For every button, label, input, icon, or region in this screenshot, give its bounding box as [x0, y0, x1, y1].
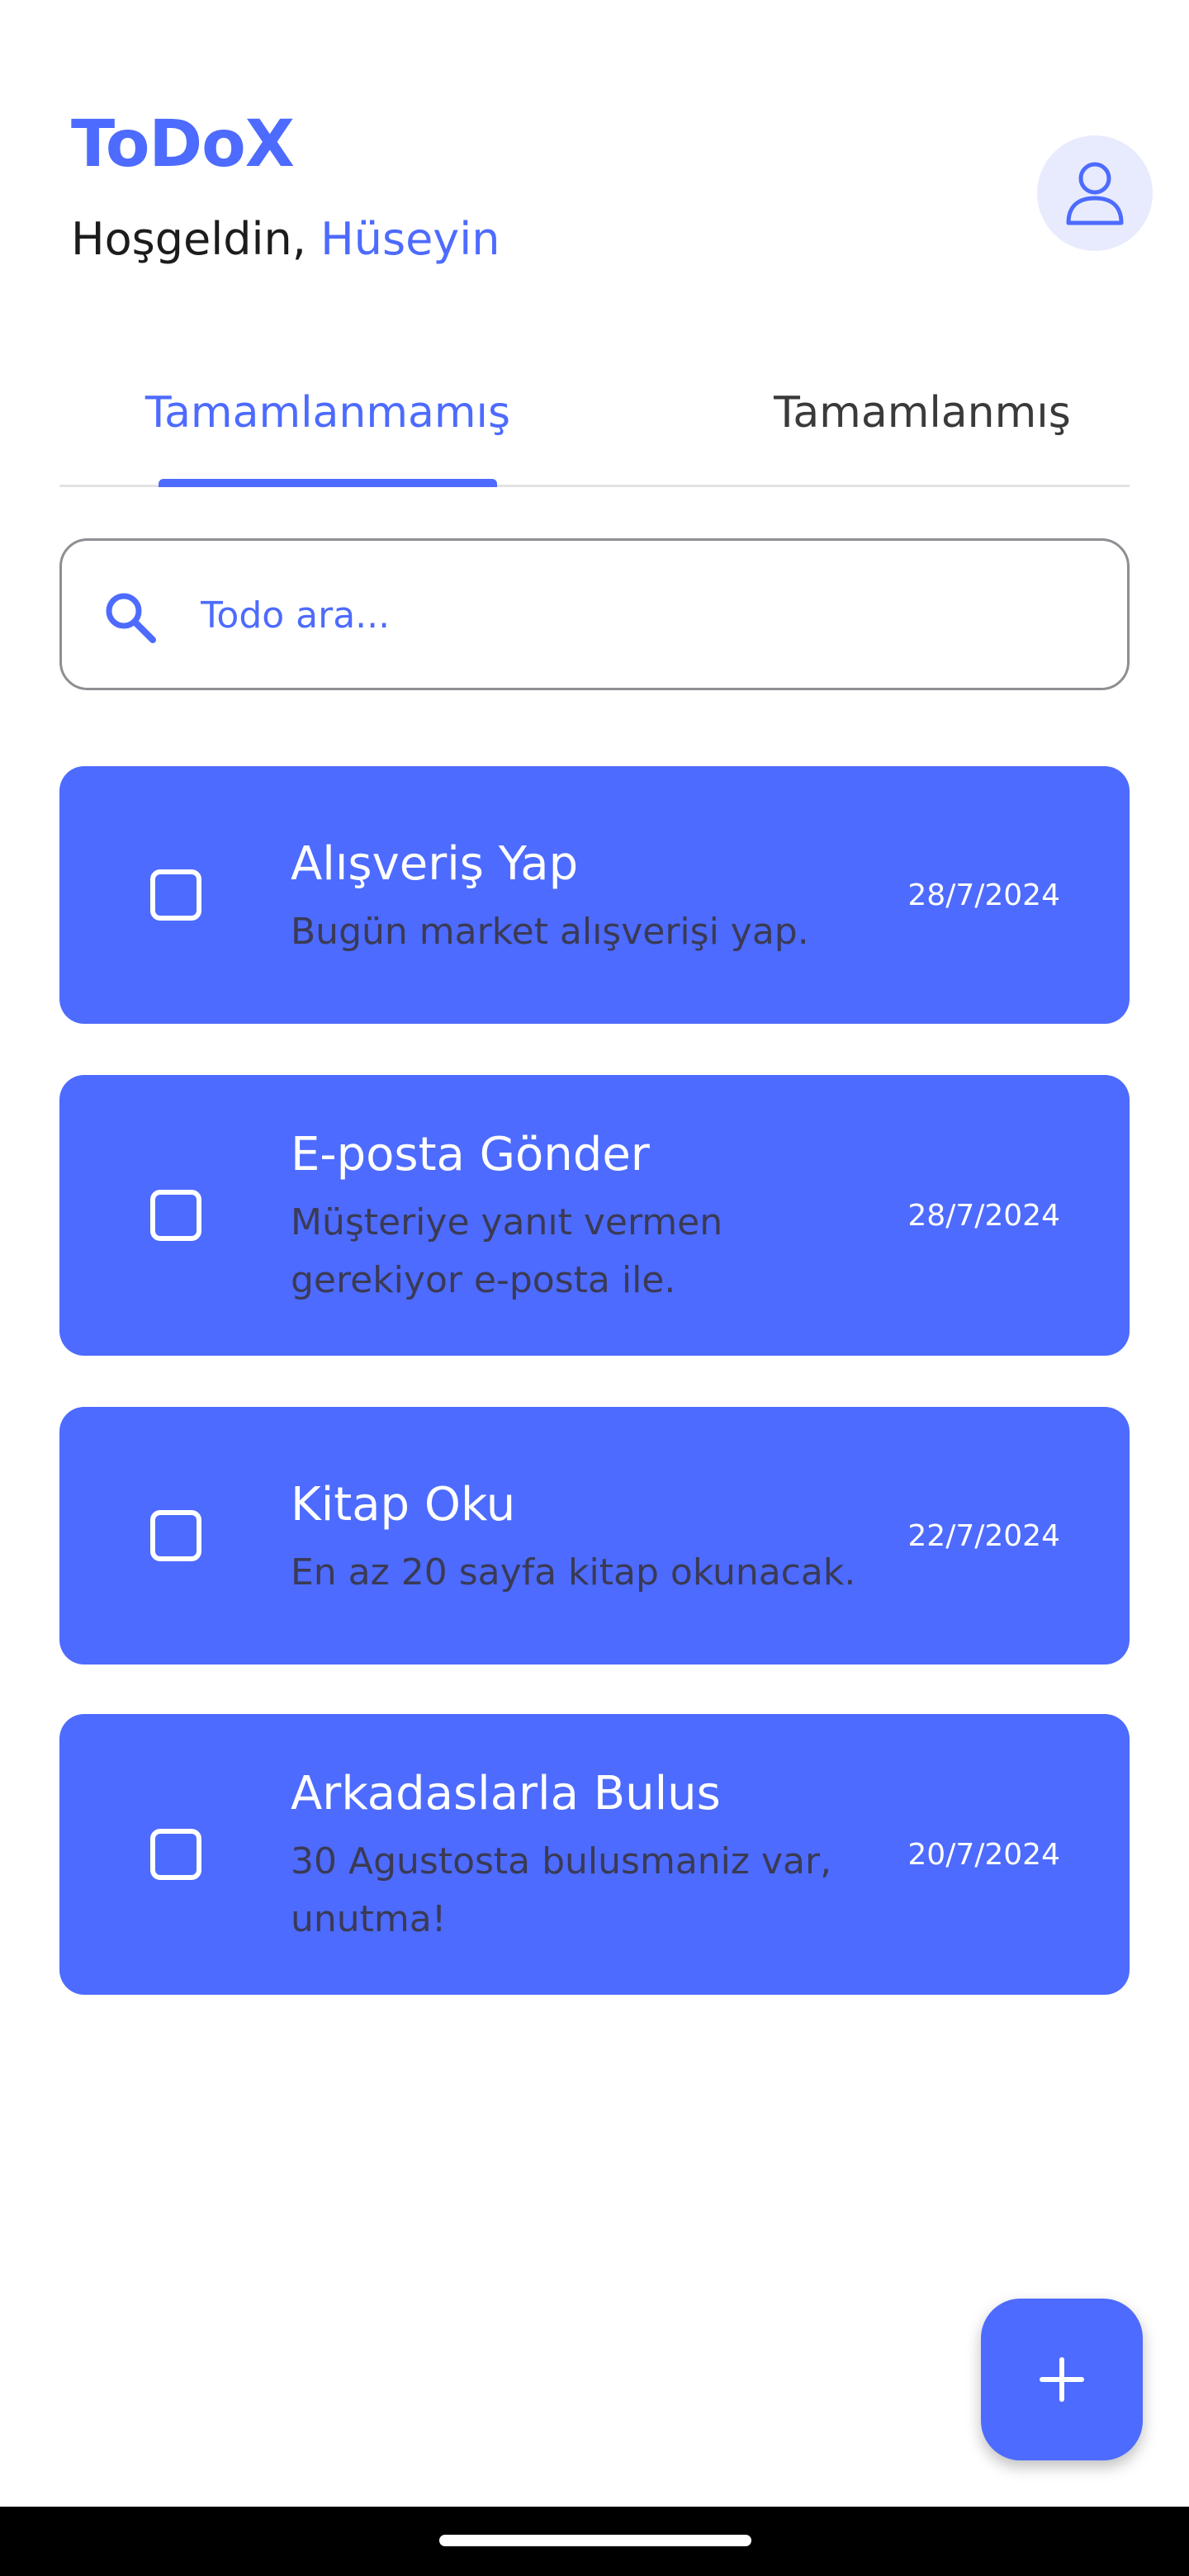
- search-box[interactable]: [59, 538, 1130, 690]
- search-icon: [106, 593, 156, 643]
- todo-card[interactable]: Alışveriş Yap Bugün market alışverişi ya…: [59, 766, 1130, 1024]
- tab-bar: Tamamlanmamış Tamamlanmış: [59, 355, 1130, 487]
- todo-title: Alışveriş Yap: [291, 837, 579, 891]
- app-screen: ToDoX Hoşgeldin, Hüseyin Tamamlanmamış T…: [0, 0, 1189, 2576]
- todo-description: Müşteriye yanıt vermen gerekiyor e-posta…: [291, 1201, 723, 1301]
- todo-checkbox[interactable]: [150, 1190, 201, 1241]
- todo-card[interactable]: Kitap Oku En az 20 sayfa kitap okunacak.…: [59, 1407, 1130, 1664]
- tab-active-indicator: [159, 479, 497, 487]
- todo-title: Kitap Oku: [291, 1478, 516, 1532]
- user-name: Hüseyin: [320, 213, 500, 265]
- todo-date: 28/7/2024: [907, 878, 1060, 912]
- todo-date: 28/7/2024: [907, 1199, 1060, 1233]
- todo-date: 22/7/2024: [907, 1519, 1060, 1553]
- todo-description: 30 Agustosta bulusmaniz var, unutma!: [291, 1840, 832, 1940]
- todo-title: Arkadaslarla Bulus: [291, 1767, 721, 1821]
- todo-checkbox[interactable]: [150, 869, 201, 921]
- system-nav-bar: [0, 2507, 1189, 2576]
- user-icon: [1066, 162, 1124, 225]
- todo-title: E-posta Gönder: [291, 1128, 650, 1181]
- search-input[interactable]: [201, 582, 1076, 648]
- add-todo-button[interactable]: [981, 2299, 1143, 2460]
- greeting-prefix: Hoşgeldin,: [71, 213, 306, 265]
- home-indicator[interactable]: [439, 2535, 751, 2546]
- todo-checkbox[interactable]: [150, 1829, 201, 1880]
- app-title: ToDoX: [71, 107, 295, 182]
- todo-date: 20/7/2024: [907, 1838, 1060, 1872]
- todo-description: En az 20 sayfa kitap okunacak.: [291, 1551, 856, 1593]
- tab-incomplete[interactable]: Tamamlanmamış: [145, 388, 510, 487]
- tab-completed[interactable]: Tamamlanmış: [687, 388, 1158, 487]
- plus-icon: [1040, 2357, 1084, 2402]
- todo-checkbox[interactable]: [150, 1510, 201, 1561]
- profile-avatar-button[interactable]: [1037, 135, 1153, 251]
- todo-card[interactable]: Arkadaslarla Bulus 30 Agustosta bulusman…: [59, 1714, 1130, 1995]
- greeting: Hoşgeldin, Hüseyin: [71, 213, 500, 265]
- todo-description: Bugün market alışverişi yap.: [291, 911, 809, 953]
- todo-card[interactable]: E-posta Gönder Müşteriye yanıt vermen ge…: [59, 1075, 1130, 1356]
